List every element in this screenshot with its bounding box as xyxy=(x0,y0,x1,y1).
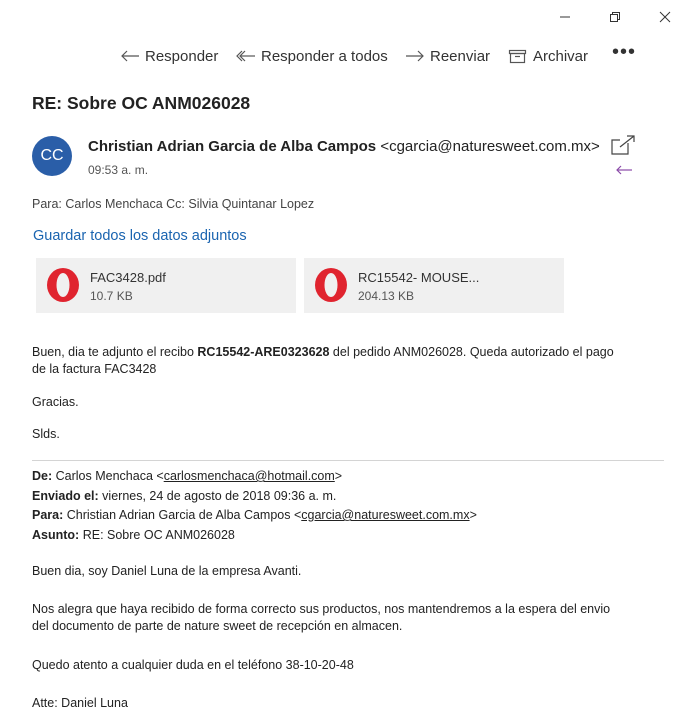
quoted-paragraph: Nos alegra que haya recibido de forma co… xyxy=(32,601,610,635)
reply-all-label: Responder a todos xyxy=(261,47,388,65)
restore-icon xyxy=(610,12,620,22)
close-icon xyxy=(659,11,671,23)
quoted-from-email-link[interactable]: carlosmenchaca@hotmail.com xyxy=(164,469,335,483)
sender-avatar[interactable]: CC xyxy=(32,136,72,176)
reply-all-button[interactable]: Responder a todos xyxy=(236,44,388,68)
sender-name: Christian Adrian Garcia de Alba Campos xyxy=(88,138,377,155)
quoted-from-name: Carlos Menchaca < xyxy=(55,469,164,483)
reply-indicator[interactable] xyxy=(615,163,633,181)
body-paragraph: Buen, dia te adjunto el recibo RC15542-A… xyxy=(32,344,672,378)
quoted-sent-label: Enviado el: xyxy=(32,488,99,503)
restore-button[interactable] xyxy=(590,6,640,28)
quoted-line: del documento de parte de nature sweet d… xyxy=(32,619,403,633)
archive-button[interactable]: Archivar xyxy=(508,44,588,68)
bracket: > xyxy=(334,469,343,483)
bracket: > xyxy=(469,508,477,522)
message-time: 09:53 a. m. xyxy=(88,163,149,177)
sender-line[interactable]: Christian Adrian Garcia de Alba Campos <… xyxy=(88,138,600,155)
body-text: del pedido ANM026028. Queda autorizado e… xyxy=(329,345,614,359)
body-text: de la factura FAC3428 xyxy=(32,362,157,376)
close-button[interactable] xyxy=(640,6,690,28)
quoted-paragraph: Buen dia, soy Daniel Luna de la empresa … xyxy=(32,564,302,578)
quoted-subject-value: RE: Sobre OC ANM026028 xyxy=(82,527,235,542)
attachment-size: 204.13 KB xyxy=(358,289,415,303)
open-in-new-window-button[interactable] xyxy=(610,134,636,161)
cc-label: Cc: xyxy=(166,197,185,211)
reply-arrow-icon xyxy=(121,50,139,62)
receipt-number: RC15542-ARE0323628 xyxy=(197,345,330,359)
to-recipient[interactable]: Carlos Menchaca xyxy=(65,197,162,211)
quoted-subject-label: Asunto: xyxy=(32,527,80,542)
reply-button[interactable]: Responder xyxy=(120,44,218,68)
reply-small-icon xyxy=(616,165,632,175)
quoted-to-name: Christian Adrian Garcia de Alba Campos < xyxy=(66,508,302,522)
opera-icon xyxy=(47,268,79,302)
forward-label: Reenviar xyxy=(430,47,491,65)
quoted-signature: Atte: Daniel Luna xyxy=(32,696,128,710)
forward-arrow-icon xyxy=(406,50,424,62)
quoted-from-label: De: xyxy=(32,469,53,483)
attachment-name: FAC3428.pdf xyxy=(90,270,166,285)
more-actions-button[interactable]: ••• xyxy=(612,40,636,64)
sender-email: <cgarcia@naturesweet.com.mx> xyxy=(380,138,600,155)
opera-icon xyxy=(315,268,347,302)
body-regards: Slds. xyxy=(32,427,60,441)
forward-button[interactable]: Reenviar xyxy=(405,44,490,68)
body-text: Buen, dia te adjunto el recibo xyxy=(32,345,198,359)
attachment-size: 10.7 KB xyxy=(90,289,133,303)
quoted-paragraph: Quedo atento a cualquier duda en el telé… xyxy=(32,658,354,672)
to-label: Para: xyxy=(32,197,62,211)
avatar-initials: CC xyxy=(40,147,64,164)
save-all-attachments-link[interactable]: Guardar todos los datos adjuntos xyxy=(33,228,247,244)
quoted-header: De: Carlos Menchaca <carlosmenchaca@hotm… xyxy=(32,467,477,545)
more-icon: ••• xyxy=(612,40,637,63)
minimize-button[interactable] xyxy=(540,6,590,28)
message-subject: RE: Sobre OC ANM026028 xyxy=(32,93,251,113)
quoted-to-email-link[interactable]: cgarcia@naturesweet.com.mx xyxy=(301,508,469,522)
minimize-icon xyxy=(560,16,570,18)
quoted-line: Nos alegra que haya recibido de forma co… xyxy=(32,602,611,616)
reply-all-icon xyxy=(236,50,255,62)
message-toolbar: Responder Responder a todos Reenviar Arc… xyxy=(0,41,690,70)
reply-label: Responder xyxy=(145,47,219,65)
archive-label: Archivar xyxy=(533,47,589,65)
attachment-card[interactable]: RC15542- MOUSE... 204.13 KB xyxy=(304,258,564,313)
popout-icon xyxy=(611,135,635,155)
attachment-name: RC15542- MOUSE... xyxy=(358,270,480,285)
window-controls xyxy=(540,6,690,28)
quoted-to-label: Para: xyxy=(32,508,64,522)
recipients-line: Para: Carlos Menchaca Cc: Silvia Quintan… xyxy=(32,197,314,211)
quote-divider xyxy=(32,460,664,461)
cc-recipient[interactable]: Silvia Quintanar Lopez xyxy=(188,197,314,211)
quoted-sent-value: viernes, 24 de agosto de 2018 09:36 a. m… xyxy=(102,488,337,503)
archive-icon xyxy=(508,49,527,64)
attachment-card[interactable]: FAC3428.pdf 10.7 KB xyxy=(36,258,296,313)
body-thanks: Gracias. xyxy=(32,395,79,409)
